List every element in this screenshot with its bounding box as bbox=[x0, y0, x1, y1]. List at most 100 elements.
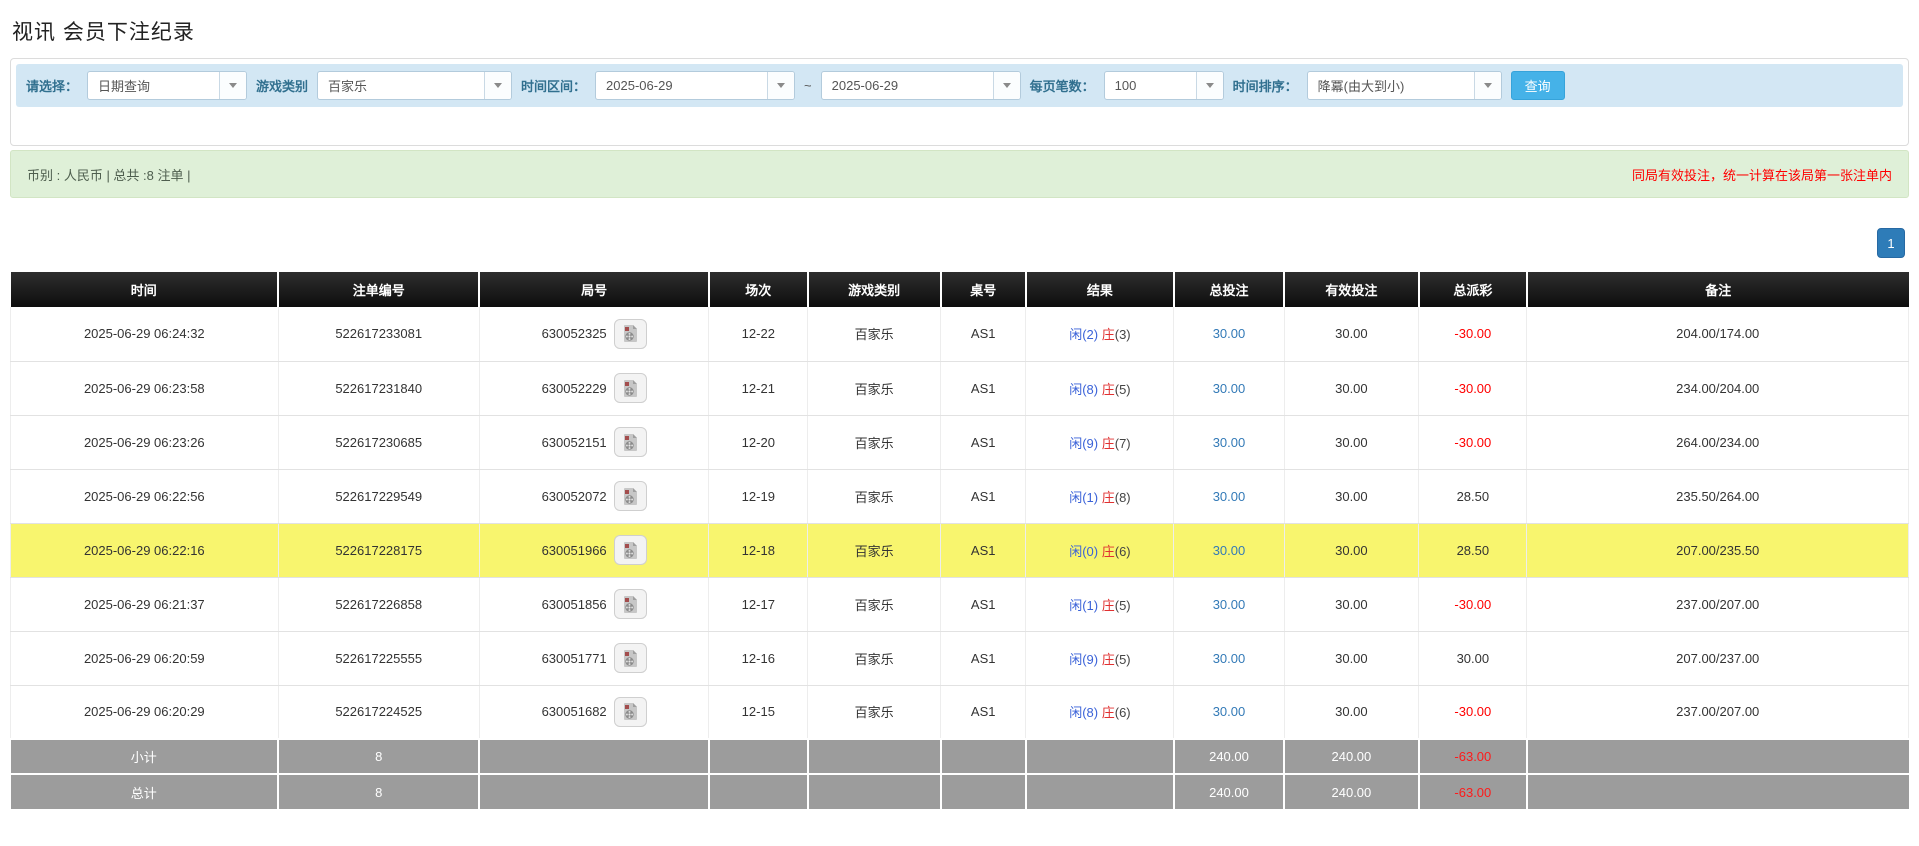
chevron-down-icon[interactable] bbox=[1195, 72, 1223, 99]
query-type-select[interactable]: 日期查询 bbox=[87, 71, 248, 100]
cell-remark: 234.00/204.00 bbox=[1526, 361, 1909, 416]
cell-time: 2025-06-29 06:22:56 bbox=[10, 469, 279, 524]
time-sort-value: 降冪(由大到小) bbox=[1317, 79, 1405, 94]
cell-total-bet[interactable]: 30.00 bbox=[1173, 415, 1285, 470]
video-replay-icon bbox=[623, 325, 637, 343]
date-to-select[interactable]: 2025-06-29 bbox=[820, 71, 1021, 100]
video-replay-button[interactable] bbox=[613, 589, 647, 619]
summary-bar: 币别 : 人民币 | 总共 :8 注单 | 同局有效投注，统一计算在该局第一张注… bbox=[10, 150, 1909, 198]
result-banker: 庄 bbox=[1101, 435, 1115, 451]
cell-game-type: 百家乐 bbox=[807, 523, 941, 578]
cell-remark: 237.00/207.00 bbox=[1526, 577, 1909, 632]
cell-table-no: AS1 bbox=[939, 523, 1027, 578]
pagination-page-button[interactable]: 1 bbox=[1877, 228, 1905, 258]
date-to-value: 2025-06-29 bbox=[831, 78, 899, 93]
summary-valid-bet: 240.00 bbox=[1284, 738, 1420, 774]
chevron-down-icon[interactable] bbox=[767, 72, 795, 99]
cell-game-type: 百家乐 bbox=[807, 577, 941, 632]
filter-bar: 请选择： 日期查询 游戏类别 百家乐 时间区间： 2025-06-29 ~ 20… bbox=[16, 64, 1903, 107]
table-row: 2025-06-29 06:23:26 522617230685 630052151… bbox=[10, 415, 1909, 470]
video-replay-button[interactable] bbox=[613, 481, 647, 511]
cell-game-type: 百家乐 bbox=[807, 307, 941, 362]
table-row: 2025-06-29 06:22:56 522617229549 630052072… bbox=[10, 469, 1909, 524]
table-row: 2025-06-29 06:21:37 522617226858 630051856… bbox=[10, 577, 1909, 632]
cell-total-bet[interactable]: 30.00 bbox=[1173, 577, 1285, 632]
cell-payout: 30.00 bbox=[1418, 631, 1528, 686]
cell-payout: -30.00 bbox=[1418, 415, 1528, 470]
summary-empty-cell bbox=[479, 738, 710, 774]
summary-row: 小计 8 240.00 240.00 -63.00 bbox=[10, 738, 1909, 774]
bet-records-table: 时间 注单编号 局号 场次 游戏类别 桌号 结果 总投注 有效投注 总派彩 备注 2025-06-2… bbox=[10, 272, 1909, 809]
summary-payout: -63.00 bbox=[1418, 773, 1528, 809]
result-banker: 庄 bbox=[1101, 705, 1115, 721]
summary-empty-cell bbox=[1526, 773, 1909, 809]
game-type-label: 游戏类别 bbox=[256, 79, 309, 94]
cell-remark: 207.00/235.50 bbox=[1526, 523, 1909, 578]
cell-valid-bet: 30.00 bbox=[1283, 685, 1420, 740]
result-banker: 庄 bbox=[1101, 651, 1115, 667]
cell-valid-bet: 30.00 bbox=[1283, 415, 1420, 470]
video-replay-icon bbox=[623, 379, 637, 397]
cell-round-id: 630051966 bbox=[478, 523, 710, 578]
cell-session: 12-22 bbox=[708, 307, 809, 362]
cell-total-bet[interactable]: 30.00 bbox=[1173, 523, 1285, 578]
chevron-down-icon[interactable] bbox=[1473, 72, 1501, 99]
cell-table-no: AS1 bbox=[939, 577, 1027, 632]
result-player: 闲(9) bbox=[1069, 651, 1099, 667]
page-size-select[interactable]: 100 bbox=[1103, 71, 1224, 100]
cell-valid-bet: 30.00 bbox=[1283, 469, 1420, 524]
cell-remark: 235.50/264.00 bbox=[1526, 469, 1909, 524]
cell-total-bet[interactable]: 30.00 bbox=[1173, 361, 1285, 416]
summary-payout: -63.00 bbox=[1418, 738, 1528, 774]
round-id-text: 630052229 bbox=[541, 380, 607, 396]
round-id-text: 630052072 bbox=[541, 488, 607, 504]
chevron-down-icon[interactable] bbox=[484, 72, 512, 99]
query-type-label: 请选择： bbox=[26, 79, 79, 94]
summary-total-bet: 240.00 bbox=[1173, 738, 1286, 774]
summary-count: 8 bbox=[278, 738, 481, 774]
cell-valid-bet: 30.00 bbox=[1283, 361, 1420, 416]
cell-table-no: AS1 bbox=[939, 307, 1027, 362]
summary-empty-cell bbox=[807, 738, 942, 774]
chevron-down-icon[interactable] bbox=[992, 72, 1020, 99]
column-header: 注单编号 bbox=[278, 272, 481, 307]
round-id-text: 630051966 bbox=[541, 542, 607, 558]
search-button[interactable]: 查询 bbox=[1510, 71, 1565, 100]
cell-total-bet[interactable]: 30.00 bbox=[1173, 307, 1285, 362]
column-header: 游戏类别 bbox=[807, 272, 942, 307]
video-replay-button[interactable] bbox=[613, 535, 647, 565]
date-from-select[interactable]: 2025-06-29 bbox=[595, 71, 796, 100]
cell-session: 12-20 bbox=[708, 415, 809, 470]
result-player: 闲(1) bbox=[1069, 597, 1099, 613]
cell-total-bet[interactable]: 30.00 bbox=[1173, 685, 1285, 740]
date-from-value: 2025-06-29 bbox=[606, 78, 673, 93]
video-replay-button[interactable] bbox=[613, 427, 647, 457]
cell-round-id: 630051856 bbox=[478, 577, 710, 632]
video-replay-button[interactable] bbox=[613, 373, 647, 403]
chevron-down-icon[interactable] bbox=[219, 72, 247, 99]
cell-game-type: 百家乐 bbox=[807, 469, 941, 524]
cell-session: 12-16 bbox=[708, 631, 809, 686]
video-replay-icon bbox=[623, 649, 637, 667]
cell-total-bet[interactable]: 30.00 bbox=[1173, 469, 1285, 524]
cell-total-bet[interactable]: 30.00 bbox=[1173, 631, 1285, 686]
cell-session: 12-21 bbox=[708, 361, 809, 416]
cell-bet-id: 522617231840 bbox=[277, 361, 480, 416]
cell-result: 闲(1) 庄(8) bbox=[1025, 469, 1175, 524]
cell-result: 闲(8) 庄(5) bbox=[1025, 361, 1175, 416]
video-replay-button[interactable] bbox=[613, 643, 647, 673]
video-replay-button[interactable] bbox=[613, 696, 647, 727]
cell-payout: 28.50 bbox=[1418, 469, 1528, 524]
result-player: 闲(0) bbox=[1069, 543, 1099, 559]
cell-result: 闲(9) 庄(5) bbox=[1025, 631, 1175, 686]
summary-label: 小计 bbox=[10, 738, 280, 774]
result-banker: 庄 bbox=[1101, 381, 1115, 397]
cell-game-type: 百家乐 bbox=[807, 685, 941, 740]
time-sort-select[interactable]: 降冪(由大到小) bbox=[1306, 71, 1502, 100]
cell-round-id: 630052325 bbox=[478, 307, 710, 362]
cell-round-id: 630051771 bbox=[478, 631, 710, 686]
time-sort-label: 时间排序： bbox=[1232, 79, 1298, 94]
cell-remark: 207.00/237.00 bbox=[1526, 631, 1909, 686]
video-replay-button[interactable] bbox=[613, 318, 647, 349]
game-type-select[interactable]: 百家乐 bbox=[317, 71, 513, 100]
